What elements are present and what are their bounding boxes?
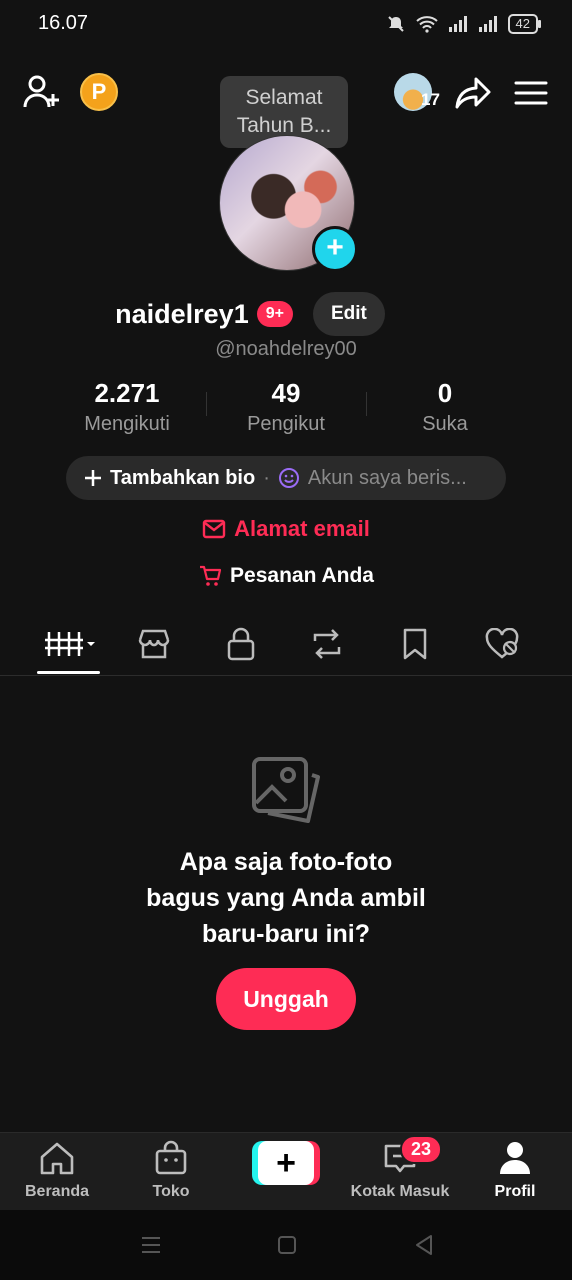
coin-icon[interactable]: P [80, 73, 118, 111]
mute-bell-icon [387, 16, 404, 32]
active-tab-underline [37, 671, 100, 674]
empty-state-line-3: baru-baru ini? [201, 920, 371, 948]
add-bio-label[interactable]: Tambahkan bio [110, 467, 255, 490]
empty-state-line-1: Apa saja foto-foto [179, 848, 393, 876]
tab-shop[interactable] [124, 624, 184, 664]
tab-grid[interactable] [40, 624, 100, 664]
signal-icon [448, 16, 467, 32]
cart-icon [200, 565, 222, 586]
add-avatar-button[interactable]: + [312, 226, 358, 272]
signal-icon-2 [478, 16, 497, 32]
tab-private[interactable] [211, 624, 271, 664]
edit-profile-button[interactable]: Edit [312, 292, 385, 336]
wifi-icon [415, 16, 438, 33]
profile-icon [500, 1142, 530, 1174]
tabs-divider [0, 675, 572, 676]
email-link[interactable]: Alamat email [0, 516, 572, 542]
bio-separator: · [263, 466, 270, 489]
stat-label: Suka [422, 413, 468, 435]
nav-home-label: Beranda [24, 1183, 90, 1200]
notification-badge[interactable]: 9+ [256, 301, 293, 327]
mail-icon [202, 519, 226, 539]
tooltip-line-1: Selamat [245, 86, 323, 109]
status-icons: 42 [386, 14, 542, 34]
home-system-icon[interactable] [277, 1235, 297, 1255]
upload-button[interactable]: Unggah [216, 968, 356, 1030]
inbox-badge: 23 [400, 1135, 443, 1164]
bio-status-text[interactable]: Akun saya beris... [308, 467, 467, 490]
create-plus: + [258, 1141, 314, 1185]
smiley-icon [278, 468, 299, 488]
empty-state-line-2: bagus yang Anda ambil [146, 884, 426, 912]
empty-state-title: Apa saja foto-foto bagus yang Anda ambil… [0, 844, 572, 952]
username: naidelrey1 [115, 298, 249, 329]
tab-liked[interactable] [472, 624, 532, 664]
back-icon[interactable] [414, 1234, 434, 1256]
shopping-bag-icon [155, 1140, 187, 1175]
story-count: 17 [421, 90, 440, 109]
nav-inbox-label: Kotak Masuk [350, 1183, 450, 1200]
nav-shop-label: Toko [152, 1183, 190, 1200]
bio-pill[interactable]: Tambahkan bio · Akun saya beris... [66, 456, 506, 500]
profile-handle: @noahdelrey00 [215, 338, 357, 360]
grid-tab-icon [45, 632, 95, 656]
stat-value: 0 [437, 378, 453, 408]
plus-icon [85, 470, 101, 486]
tab-repost[interactable] [297, 624, 357, 664]
create-button[interactable]: + [252, 1141, 320, 1185]
battery-indicator: 42 [507, 14, 542, 34]
bookmark-icon [403, 628, 427, 660]
add-friend-icon[interactable] [22, 74, 62, 110]
shop-tab-icon [138, 629, 170, 659]
photos-placeholder-icon [252, 757, 320, 823]
status-time: 16.07 [38, 12, 89, 34]
hidden-heart-icon [485, 628, 519, 659]
recents-icon[interactable] [140, 1234, 162, 1256]
repost-icon [313, 629, 341, 659]
nav-shop[interactable]: Toko [121, 1140, 221, 1201]
tab-saved[interactable] [385, 624, 445, 664]
nav-profile-label: Profil [494, 1183, 536, 1200]
home-icon [40, 1142, 74, 1175]
name-row: naidelrey1 9+ Edit [0, 292, 572, 336]
orders-label[interactable]: Pesanan Anda [230, 564, 374, 588]
menu-icon[interactable] [514, 80, 548, 106]
nav-profile[interactable]: Profil [465, 1140, 565, 1201]
share-icon[interactable] [454, 76, 492, 110]
nav-home[interactable]: Beranda [7, 1140, 107, 1201]
orders-link[interactable]: Pesanan Anda [0, 564, 572, 588]
stat-likes[interactable]: 0 Suka [350, 378, 540, 436]
email-label[interactable]: Alamat email [234, 516, 370, 542]
lock-icon [227, 627, 255, 661]
